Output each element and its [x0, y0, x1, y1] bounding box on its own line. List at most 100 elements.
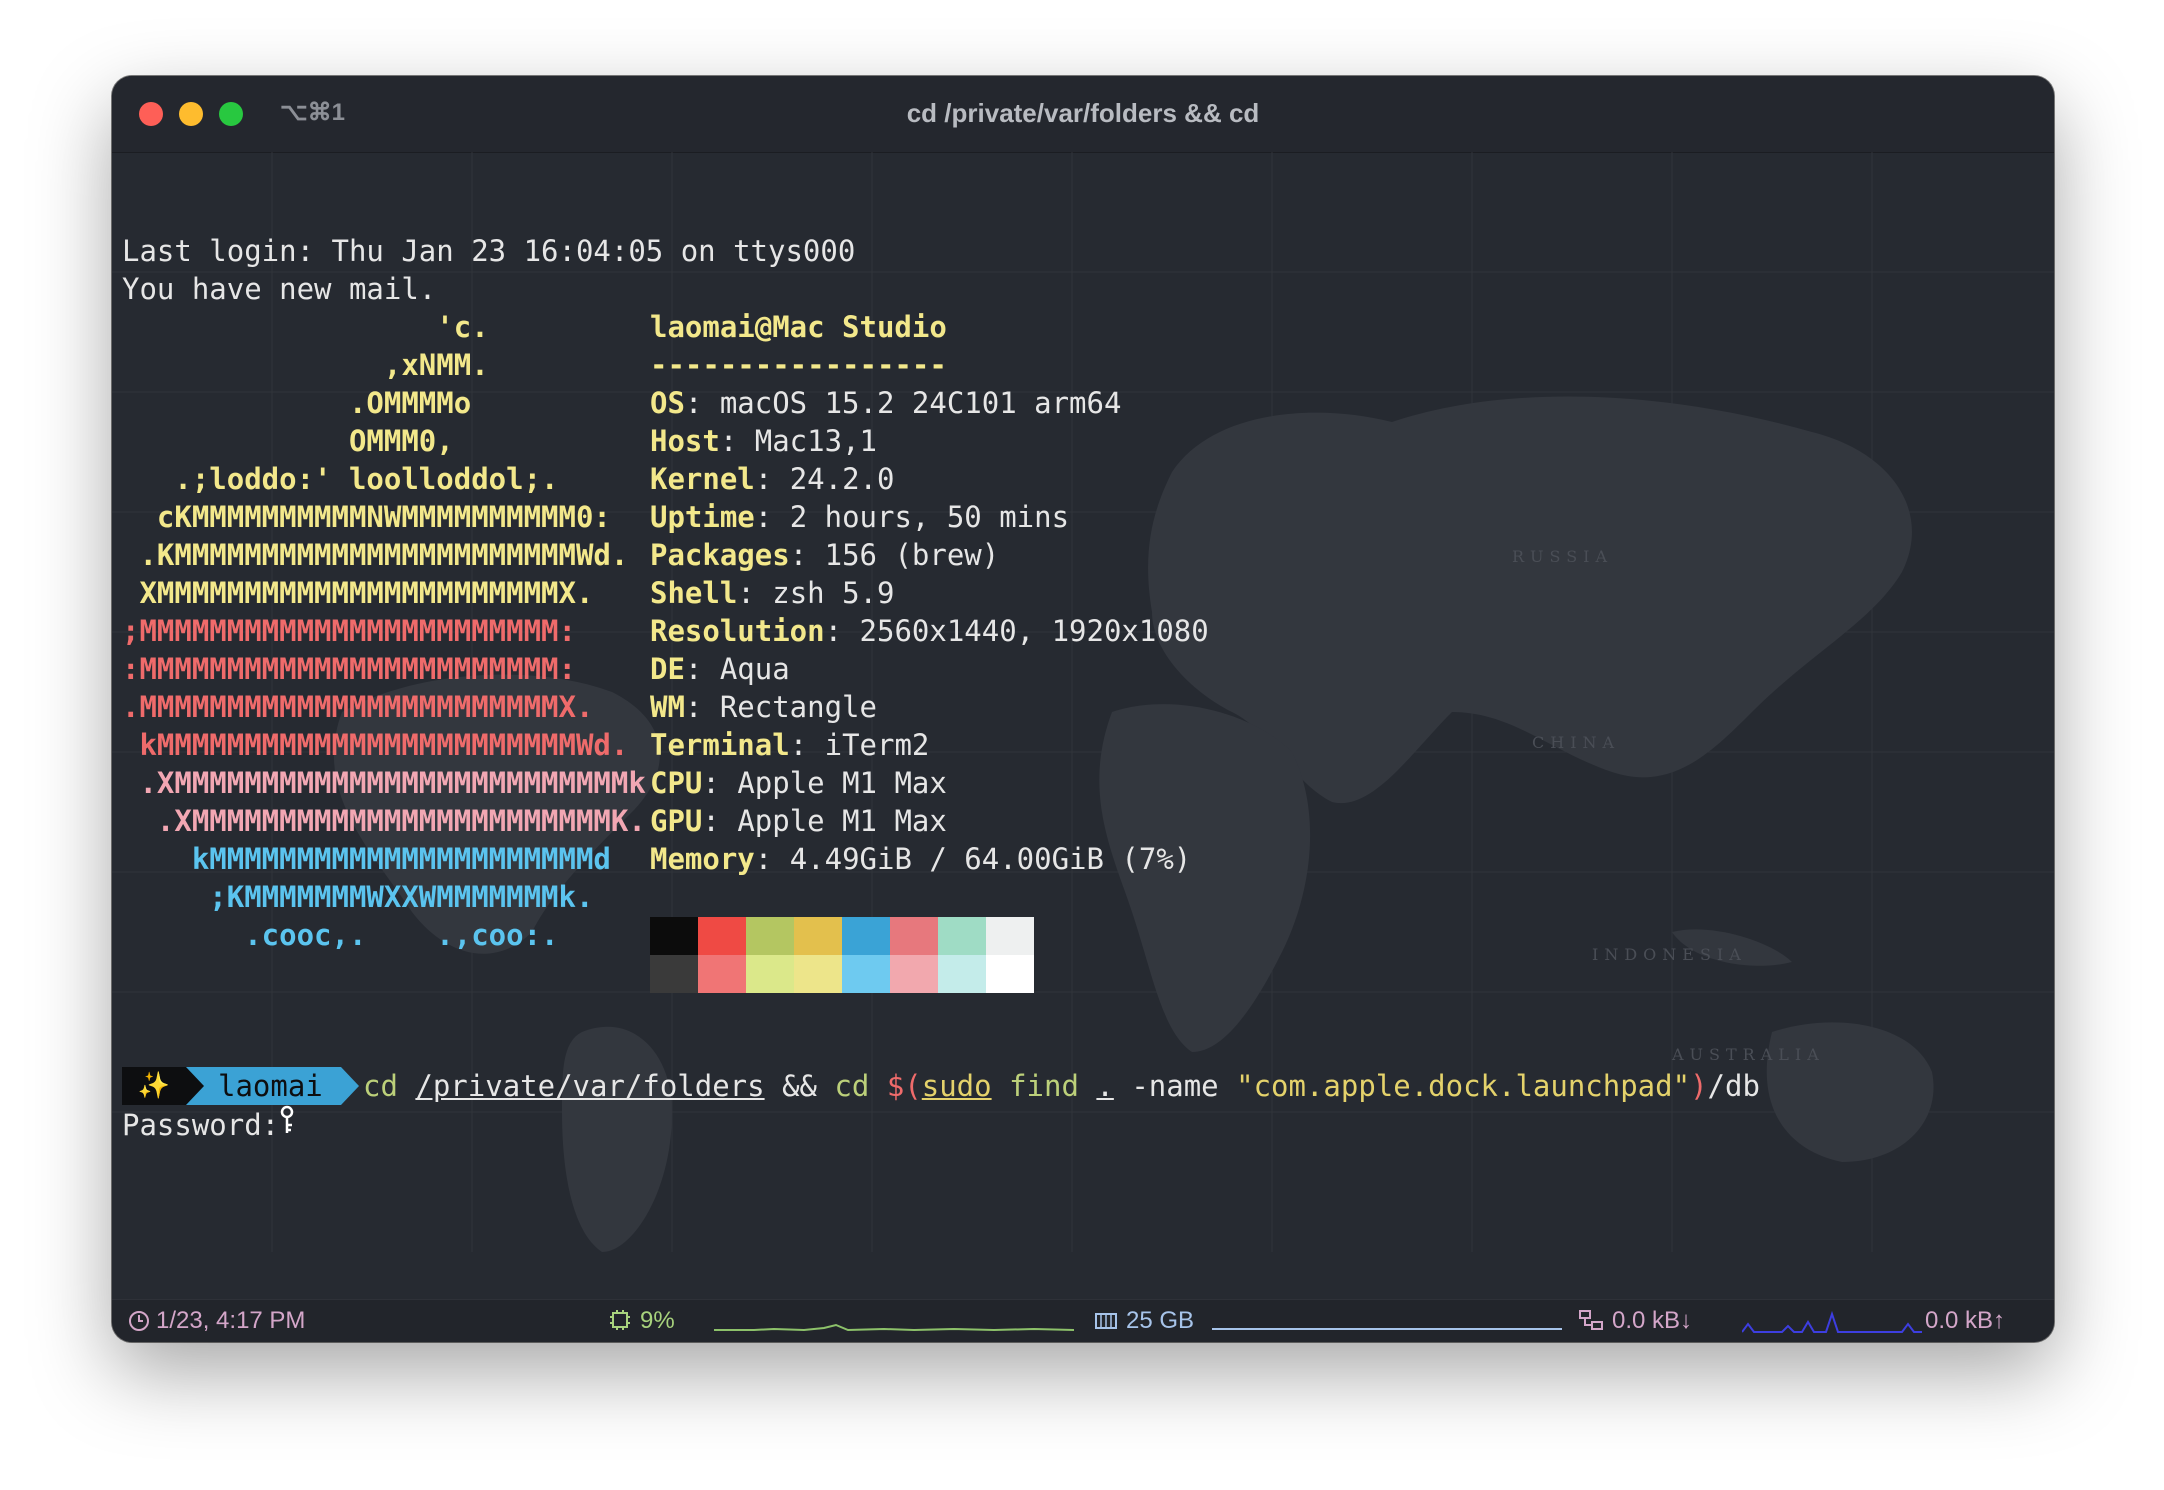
- system-info-value: macOS 15.2 24C101 arm64: [719, 386, 1122, 420]
- password-label: Password:: [122, 1108, 280, 1142]
- key-icon: [279, 1105, 295, 1145]
- shell-prompt: ✨ laomai: [122, 1067, 359, 1105]
- ascii-logo-line: .cooc,. .,coo:.: [122, 918, 559, 952]
- color-swatch: [938, 917, 986, 955]
- color-swatch: [794, 955, 842, 993]
- system-info-row: Kernel: 24.2.0: [650, 462, 895, 496]
- ascii-logo-line: .;loddo:' loolloddol;.: [122, 462, 559, 496]
- system-info-row: DE: Aqua: [650, 652, 790, 686]
- system-info-key: Host: [650, 424, 720, 458]
- status-network-down[interactable]: 0.0 kB↓: [1578, 1307, 1692, 1335]
- color-swatch: [890, 955, 938, 993]
- disk-bar: [1212, 1328, 1562, 1330]
- password-prompt[interactable]: Password:: [122, 1105, 295, 1145]
- color-swatch: [698, 955, 746, 993]
- system-info-key: WM: [650, 690, 685, 724]
- prompt-arrow: [340, 1067, 359, 1105]
- system-info-value: Mac13,1: [754, 424, 877, 458]
- system-info-row: Packages: 156 (brew): [650, 538, 1000, 572]
- system-info-value: Apple M1 Max: [737, 766, 947, 800]
- ascii-logo-line: .XMMMMMMMMMMMMMMMMMMMMMMMMMMk: [122, 766, 646, 800]
- status-net-up-text: 0.0 kB↑: [1925, 1307, 2006, 1334]
- cmd-subshell-open: $(: [886, 1069, 922, 1103]
- ascii-logo-line: cKMMMMMMMMMMNWMMMMMMMMMM0:: [122, 500, 611, 534]
- system-info-row: GPU: Apple M1 Max: [650, 804, 947, 838]
- cmd-pattern: "com.apple.dock.launchpad": [1236, 1069, 1691, 1103]
- cpu-icon: [610, 1310, 630, 1330]
- color-swatch: [794, 917, 842, 955]
- window-title: cd /private/var/folders && cd: [906, 98, 1260, 128]
- status-net-down-text: 0.0 kB↓: [1612, 1307, 1693, 1334]
- ascii-logo-line: ;MMMMMMMMMMMMMMMMMMMMMMMM:: [122, 614, 576, 648]
- prompt-user-segment: laomai: [186, 1067, 341, 1105]
- status-cpu[interactable]: 9%: [608, 1307, 675, 1335]
- system-info-row: Resolution: 2560x1440, 1920x1080: [650, 614, 1209, 648]
- color-swatch: [986, 917, 1034, 955]
- system-info-value: Apple M1 Max: [737, 804, 947, 838]
- system-info-key: Packages: [650, 538, 790, 572]
- ascii-logo-line: .KMMMMMMMMMMMMMMMMMMMMMMMWd.: [122, 538, 629, 572]
- system-info-value: Aqua: [719, 652, 790, 686]
- system-info-key: GPU: [650, 804, 703, 838]
- title-bar: ⌥⌘1 cd /private/var/folders && cd: [112, 76, 2054, 153]
- ascii-logo-line: .MMMMMMMMMMMMMMMMMMMMMMMMX.: [122, 690, 594, 724]
- system-info-row: Memory: 4.49GiB / 64.00GiB (7%): [650, 842, 1192, 876]
- ascii-logo-line: 'c.: [122, 310, 489, 344]
- system-info-row: OS: macOS 15.2 24C101 arm64: [650, 386, 1122, 420]
- system-info-value: 2 hours, 50 mins: [789, 500, 1070, 534]
- color-swatch: [890, 917, 938, 955]
- color-palette-bottom-row: [650, 955, 1034, 993]
- cmd-cd-2: cd: [834, 1069, 870, 1103]
- cmd-dot: .: [1096, 1069, 1114, 1103]
- ascii-logo-line: .XMMMMMMMMMMMMMMMMMMMMMMMMK.: [122, 804, 646, 838]
- cpu-sparkline: [714, 1323, 1074, 1332]
- command-line[interactable]: cd /private/var/folders && cd $(sudo fin…: [363, 1067, 1760, 1105]
- system-info-row: CPU: Apple M1 Max: [650, 766, 947, 800]
- system-info-key: DE: [650, 652, 685, 686]
- color-swatch: [842, 917, 890, 955]
- system-info-row: Host: Mac13,1: [650, 424, 877, 458]
- ascii-logo-line: kMMMMMMMMMMMMMMMMMMMMMMMMWd.: [122, 728, 629, 762]
- cmd-and: &&: [782, 1069, 817, 1103]
- network-icon: [1579, 1310, 1603, 1330]
- system-info-key: Shell: [650, 576, 738, 610]
- system-info-key: Terminal: [650, 728, 790, 762]
- system-info-row: Terminal: iTerm2: [650, 728, 930, 762]
- status-disk-text: 25 GB: [1126, 1307, 1195, 1334]
- cmd-cd: cd: [363, 1069, 398, 1103]
- cmd-subshell-close: ): [1690, 1069, 1708, 1103]
- svg-text:RUSSIA: RUSSIA: [1512, 547, 1613, 566]
- terminal-content[interactable]: RUSSIA CHINA INDONESIA AUSTRALIA Last lo…: [112, 152, 2054, 1342]
- svg-text:AUSTRALIA: AUSTRALIA: [1671, 1045, 1825, 1064]
- svg-text:CHINA: CHINA: [1532, 733, 1620, 752]
- system-info-key: CPU: [650, 766, 703, 800]
- system-info-key: OS: [650, 386, 685, 420]
- system-info-row: Shell: zsh 5.9: [650, 576, 895, 610]
- clock-icon: [129, 1311, 149, 1331]
- system-info-value: 24.2.0: [789, 462, 895, 496]
- system-info-value: zsh 5.9: [772, 576, 895, 610]
- ascii-logo-line: kMMMMMMMMMMMMMMMMMMMMMMd: [122, 842, 611, 876]
- cmd-flag: -name: [1131, 1069, 1219, 1103]
- svg-text:INDONESIA: INDONESIA: [1592, 945, 1747, 964]
- system-info-row: WM: Rectangle: [650, 690, 877, 724]
- last-login-line: Last login: Thu Jan 23 16:04:05 on ttys0…: [122, 234, 856, 268]
- status-time[interactable]: 1/23, 4:17 PM: [128, 1307, 305, 1335]
- ascii-logo-line: :MMMMMMMMMMMMMMMMMMMMMMMM:: [122, 652, 576, 686]
- network-sparkline: [1742, 1310, 1922, 1333]
- system-info-value: 156 (brew): [824, 538, 1000, 572]
- cmd-find: find: [1009, 1069, 1079, 1103]
- system-info-value: iTerm2: [824, 728, 930, 762]
- ascii-logo-line: .OMMMMo: [122, 386, 472, 420]
- user-host-line: laomai@Mac Studio: [650, 310, 947, 344]
- sparkle-icon: ✨: [122, 1067, 186, 1105]
- system-info-key: Uptime: [650, 500, 755, 534]
- color-palette-top-row: [650, 917, 1034, 955]
- status-disk[interactable]: 25 GB: [1094, 1307, 1194, 1335]
- status-bar: 1/23, 4:17 PM 9% 25 GB 0.0 kB↓ 0.0 kB↑: [112, 1299, 2054, 1342]
- mail-notice-line: You have new mail.: [122, 272, 437, 306]
- ascii-logo-line: OMMM0,: [122, 424, 454, 458]
- status-network-up[interactable]: 0.0 kB↑: [1925, 1307, 2005, 1335]
- ascii-logo-line: ,xNMM.: [122, 348, 489, 382]
- info-separator: -----------------: [650, 348, 947, 382]
